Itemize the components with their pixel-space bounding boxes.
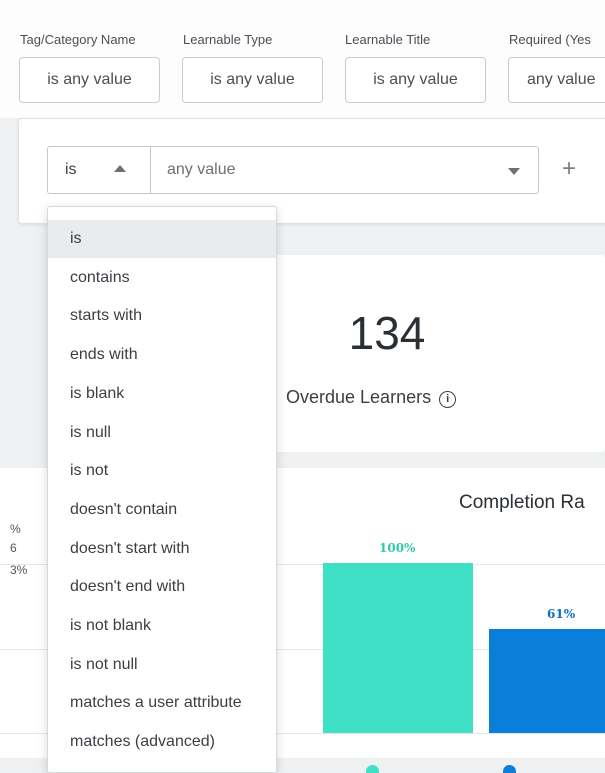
chevron-down-icon bbox=[508, 168, 520, 175]
dashboard-canvas: Tag/Category Name Learnable Type Learnab… bbox=[0, 0, 605, 773]
filter-label-learnable-type: Learnable Type bbox=[183, 32, 273, 47]
menu-item[interactable]: is bbox=[48, 220, 276, 258]
y-tick-label: 6 bbox=[10, 541, 17, 555]
menu-item[interactable]: is null bbox=[48, 414, 276, 452]
chevron-up-icon bbox=[114, 165, 126, 172]
menu-item[interactable]: matches (advanced) bbox=[48, 723, 276, 761]
filter-label-learnable-title: Learnable Title bbox=[345, 32, 431, 47]
kpi-value: 134 bbox=[348, 307, 426, 359]
operator-select-value: is bbox=[65, 161, 77, 178]
operator-select[interactable]: is bbox=[47, 146, 151, 194]
filter-chip-learnable-title[interactable]: is any value bbox=[345, 57, 486, 103]
menu-item[interactable]: is not blank bbox=[48, 607, 276, 645]
menu-item[interactable]: matches a user attribute bbox=[48, 684, 276, 722]
filter-label-tag-category: Tag/Category Name bbox=[20, 32, 136, 47]
value-select[interactable]: any value bbox=[150, 146, 539, 194]
y-tick-label: % bbox=[10, 522, 21, 536]
kpi-label: Overdue Learners i bbox=[286, 387, 457, 408]
menu-item[interactable]: contains bbox=[48, 259, 276, 297]
menu-item[interactable]: doesn't contain bbox=[48, 491, 276, 529]
chart-bar[interactable] bbox=[323, 563, 473, 733]
filter-bar: Tag/Category Name Learnable Type Learnab… bbox=[0, 0, 605, 118]
filter-chip-required[interactable]: any value bbox=[508, 57, 605, 103]
kpi-label-text: Overdue Learners bbox=[286, 387, 432, 407]
legend-dot-blue bbox=[503, 765, 516, 773]
info-icon[interactable]: i bbox=[439, 391, 457, 408]
chart-bar[interactable] bbox=[489, 629, 605, 733]
filter-chip-learnable-type[interactable]: is any value bbox=[182, 57, 323, 103]
legend-dot-teal bbox=[366, 765, 379, 773]
menu-item[interactable]: doesn't start with bbox=[48, 530, 276, 568]
menu-item[interactable]: is blank bbox=[48, 375, 276, 413]
menu-item[interactable]: ends with bbox=[48, 336, 276, 374]
bar-data-label: 61% bbox=[547, 607, 576, 622]
filter-label-required: Required (Yes bbox=[509, 32, 591, 47]
bar-data-label: 100% bbox=[379, 541, 416, 555]
menu-item[interactable]: is not bbox=[48, 452, 276, 490]
menu-item[interactable]: doesn't end with bbox=[48, 568, 276, 606]
menu-item[interactable]: is not null bbox=[48, 646, 276, 684]
add-condition-button[interactable]: + bbox=[556, 156, 582, 182]
y-tick-label: 3% bbox=[10, 563, 28, 577]
value-select-placeholder: any value bbox=[167, 161, 236, 178]
operator-dropdown-menu: is contains starts with ends with is blank is… bbox=[47, 206, 277, 773]
menu-item[interactable]: starts with bbox=[48, 297, 276, 335]
chart-title: Completion Ra bbox=[459, 492, 585, 513]
filter-chip-tag-category[interactable]: is any value bbox=[19, 57, 160, 103]
